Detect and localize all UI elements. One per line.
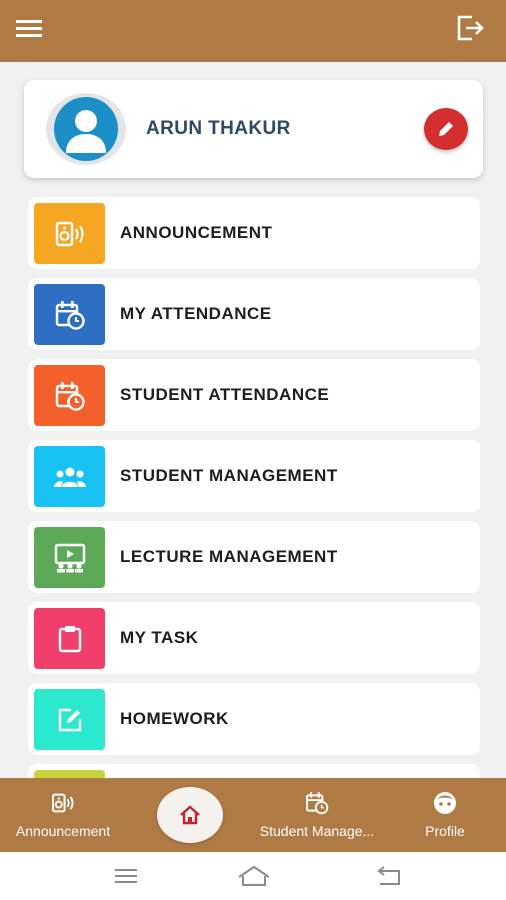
face-icon [434,792,456,814]
nav-profile[interactable]: Profile [400,778,490,852]
nav-announcement-label: Announcement [15,823,111,839]
system-navigation-bar [0,852,506,900]
menu-item-announcement[interactable]: ANNOUNCEMENT [28,197,480,269]
calendar-clock-icon [55,381,85,411]
lecture-screen-icon [54,543,85,572]
menu-tile [34,527,105,588]
system-home-icon[interactable] [234,862,274,890]
nav-profile-label: Profile [425,823,465,839]
menu-item-partial[interactable] [28,764,480,778]
menu-item-label: MY ATTENDANCE [120,304,272,323]
hamburger-menu-icon[interactable] [14,15,44,45]
menu-item-label: LECTURE MANAGEMENT [120,547,338,566]
edit-profile-button[interactable] [424,108,468,150]
logout-icon[interactable] [454,12,486,44]
menu-item-label: STUDENT MANAGEMENT [120,466,338,485]
calendar-clock-icon [306,792,329,815]
profile-card: ARUN THAKUR [24,80,483,178]
menu-tile [34,284,105,345]
menu-item-label: MY TASK [120,628,199,647]
nav-home-button[interactable] [157,787,223,843]
menu-tile [34,203,105,264]
calendar-clock-icon [55,300,85,330]
menu-item-lecture-management[interactable]: LECTURE MANAGEMENT [28,521,480,593]
nav-announcement[interactable]: Announcement [0,778,126,852]
recents-icon[interactable] [106,862,146,890]
nav-student-management-label: Student Manage... [259,823,375,839]
group-icon [53,467,86,487]
person-avatar-icon [54,97,118,161]
edit-square-icon [58,708,81,731]
clipboard-icon [58,625,81,652]
menu-tile [34,365,105,426]
menu-tile [34,446,105,507]
home-icon [180,805,200,825]
menu-item-my-attendance[interactable]: MY ATTENDANCE [28,278,480,350]
menu-item-homework[interactable]: HOMEWORK [28,683,480,755]
profile-name: ARUN THAKUR [146,118,291,139]
menu-item-my-task[interactable]: MY TASK [28,602,480,674]
speaker-icon [52,793,74,813]
nav-student-management[interactable]: Student Manage... [250,778,384,852]
menu-item-student-management[interactable]: STUDENT MANAGEMENT [28,440,480,512]
menu-tile [34,689,105,750]
avatar [46,93,126,165]
menu-item-label: STUDENT ATTENDANCE [120,385,330,404]
menu-list: ANNOUNCEMENT MY ATTENDANCE STUDENT ATTEN… [28,197,480,778]
app-header [0,0,506,62]
menu-item-label: HOMEWORK [120,709,229,728]
menu-item-student-attendance[interactable]: STUDENT ATTENDANCE [28,359,480,431]
pencil-icon [439,122,453,136]
menu-tile [34,608,105,669]
bottom-navigation: Announcement Student Manage... Profile [0,778,506,852]
menu-tile [34,770,105,778]
back-icon[interactable] [368,862,408,890]
speaker-icon [55,221,84,246]
menu-item-label: ANNOUNCEMENT [120,223,273,242]
